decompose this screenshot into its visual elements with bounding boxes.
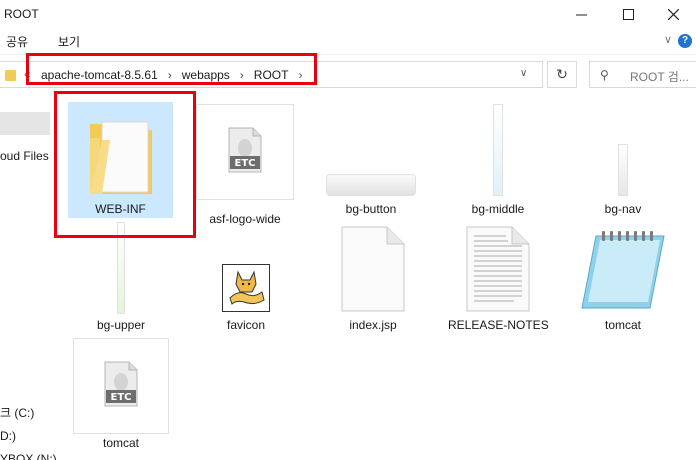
maximize-button[interactable] bbox=[605, 0, 651, 28]
etc-file-icon: ETC bbox=[104, 361, 138, 407]
folder-icon bbox=[89, 121, 152, 194]
file-item[interactable]: index.jsp bbox=[323, 222, 423, 334]
address-bar[interactable]: « apache-tomcat-8.5.61 › webapps › ROOT … bbox=[0, 61, 543, 88]
file-item[interactable]: bg-button bbox=[326, 104, 416, 224]
file-name: bg-nav bbox=[604, 202, 642, 216]
close-icon bbox=[667, 8, 679, 20]
file-name: bg-upper bbox=[96, 318, 146, 332]
ribbon-expand-chevron-icon[interactable]: ∨ bbox=[664, 33, 672, 46]
image-thumbnail bbox=[493, 104, 503, 196]
svg-text:ETC: ETC bbox=[235, 158, 256, 169]
breadcrumb-item[interactable]: webapps bbox=[181, 68, 231, 82]
image-thumbnail bbox=[117, 222, 125, 314]
breadcrumb-item[interactable]: ROOT bbox=[253, 68, 290, 82]
refresh-icon: ↻ bbox=[556, 66, 568, 82]
file-name: tomcat bbox=[604, 318, 641, 332]
search-input[interactable]: ⚲ ROOT 검... bbox=[589, 61, 696, 88]
chevron-right-icon[interactable]: › bbox=[159, 68, 181, 82]
file-item[interactable]: ETC tomcat bbox=[73, 338, 169, 454]
tab-view[interactable]: 보기 bbox=[58, 33, 80, 50]
minimize-icon bbox=[575, 14, 587, 15]
file-item[interactable]: RELEASE-NOTES bbox=[448, 222, 549, 334]
address-row: « apache-tomcat-8.5.61 › webapps › ROOT … bbox=[0, 54, 696, 94]
breadcrumb-item[interactable]: apache-tomcat-8.5.61 bbox=[40, 68, 159, 82]
file-name: index.jsp bbox=[349, 318, 397, 332]
nav-item-drive-c[interactable]: 크 (C:) bbox=[0, 404, 34, 421]
search-icon: ⚲ bbox=[600, 68, 609, 82]
file-name: RELEASE-NOTES bbox=[448, 318, 549, 332]
nav-selected-item[interactable] bbox=[0, 112, 50, 135]
file-item[interactable]: favicon bbox=[196, 222, 296, 334]
refresh-button[interactable]: ↻ bbox=[547, 61, 577, 88]
ribbon: 공유 보기 ∨ ? bbox=[0, 28, 696, 52]
file-item[interactable]: bg-middle bbox=[448, 104, 548, 224]
nav-item-cloud-files[interactable]: oud Files bbox=[0, 149, 49, 163]
tomcat-favicon bbox=[222, 264, 270, 312]
file-list: WEB-INF ETC asf-logo-wide bg-button bg-m… bbox=[53, 94, 696, 460]
help-icon[interactable]: ? bbox=[678, 34, 692, 48]
maximize-icon bbox=[622, 8, 634, 20]
file-name: bg-button bbox=[345, 202, 397, 216]
file-item[interactable]: bg-nav bbox=[573, 104, 673, 224]
nav-item-drive-d[interactable]: D:) bbox=[0, 429, 16, 443]
search-placeholder: ROOT 검... bbox=[630, 70, 689, 84]
folder-icon bbox=[5, 70, 16, 81]
file-name: tomcat bbox=[102, 436, 139, 450]
close-button[interactable] bbox=[650, 0, 696, 28]
notepad-file-icon bbox=[581, 231, 665, 309]
svg-text:ETC: ETC bbox=[111, 392, 132, 403]
text-file-icon bbox=[466, 226, 530, 312]
window-title: ROOT bbox=[4, 7, 39, 21]
title-bar: ROOT bbox=[0, 0, 696, 28]
breadcrumb: apache-tomcat-8.5.61 › webapps › ROOT › bbox=[40, 68, 311, 82]
navigation-pane: oud Files 크 (C:) D:) YBOX (N:) bbox=[0, 94, 57, 460]
file-item[interactable]: tomcat bbox=[573, 222, 673, 334]
breadcrumb-overflow[interactable]: « bbox=[24, 67, 31, 81]
chevron-down-icon[interactable]: ∨ bbox=[520, 68, 527, 79]
chevron-right-icon[interactable]: › bbox=[231, 68, 253, 82]
file-name: bg-middle bbox=[471, 202, 525, 216]
nav-item-drive-n[interactable]: YBOX (N:) bbox=[0, 452, 57, 460]
file-item[interactable]: WEB-INF bbox=[68, 102, 173, 218]
chevron-right-icon[interactable]: › bbox=[289, 68, 311, 82]
image-thumbnail bbox=[326, 174, 416, 196]
file-item[interactable]: ETC asf-logo-wide bbox=[196, 104, 294, 226]
minimize-button[interactable] bbox=[558, 0, 604, 28]
file-name: favicon bbox=[226, 318, 266, 332]
blank-file-icon bbox=[341, 226, 405, 312]
etc-file-icon: ETC bbox=[228, 127, 262, 173]
tab-share[interactable]: 공유 bbox=[6, 33, 28, 50]
image-thumbnail bbox=[618, 144, 628, 196]
file-item[interactable]: bg-upper bbox=[71, 222, 171, 334]
file-name: WEB-INF bbox=[95, 202, 146, 216]
